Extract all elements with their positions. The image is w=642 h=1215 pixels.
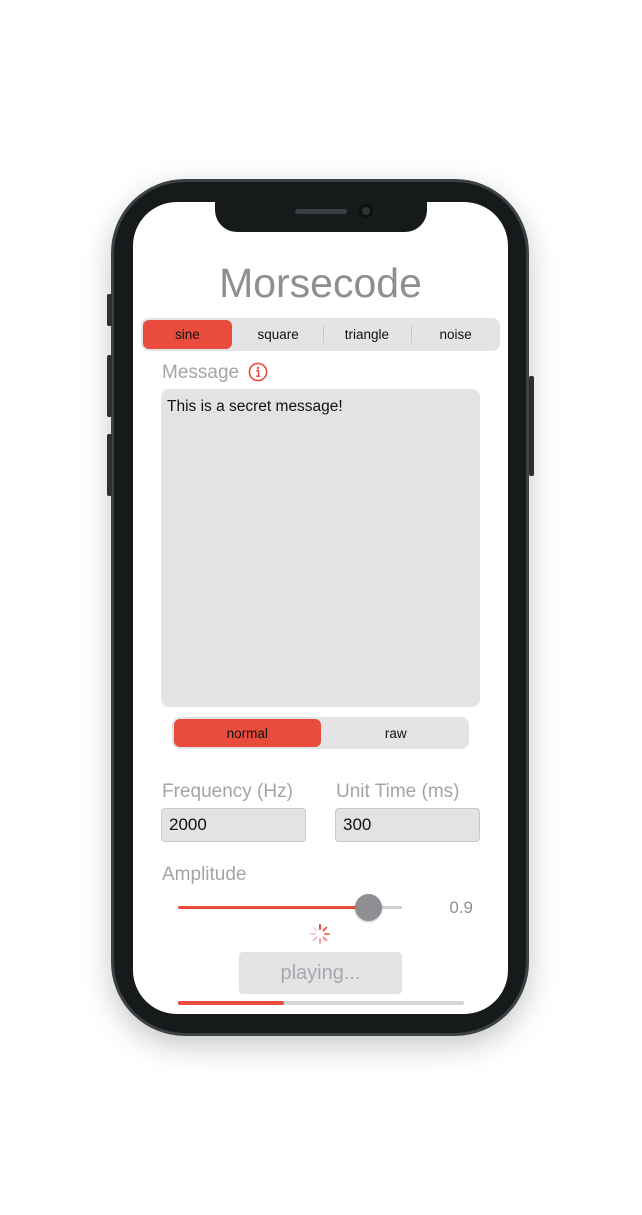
volume-down-button [107,434,112,496]
message-label: Message [162,362,240,383]
mode-option-normal[interactable]: normal [174,719,321,747]
loading-spinner-icon [310,924,330,944]
frequency-input[interactable]: 2000 [161,808,306,842]
silent-switch [107,294,112,326]
segment-divider [411,325,413,343]
power-button [529,376,534,476]
waveform-option-triangle[interactable]: triangle [322,318,412,351]
amplitude-value: 0.9 [449,898,473,917]
mode-selector: normal raw [172,717,469,749]
waveform-selector: sine square triangle noise [141,318,500,351]
app-screen: Morsecode sine square triangle noise Mes… [133,202,508,1014]
mode-option-raw[interactable]: raw [323,717,470,749]
amplitude-label: Amplitude [162,864,247,885]
amplitude-slider-thumb[interactable] [355,894,382,921]
playback-progress-fill [178,1001,284,1005]
unit-time-label: Unit Time (ms) [336,781,460,802]
message-textarea[interactable]: This is a secret message! [161,389,480,707]
amplitude-slider-track-filled[interactable] [178,906,370,909]
info-icon[interactable] [248,362,268,382]
segment-divider [322,325,324,343]
camera [359,204,373,218]
frequency-label: Frequency (Hz) [162,781,293,802]
notch [215,202,427,232]
waveform-option-noise[interactable]: noise [411,318,500,351]
speaker [295,209,347,214]
unit-time-input[interactable]: 300 [335,808,480,842]
volume-up-button [107,355,112,417]
waveform-option-square[interactable]: square [234,318,323,351]
app-title: Morsecode [219,260,422,306]
waveform-option-sine[interactable]: sine [143,320,232,349]
playback-progress-bar [178,1001,464,1005]
play-button[interactable]: playing... [239,952,402,994]
